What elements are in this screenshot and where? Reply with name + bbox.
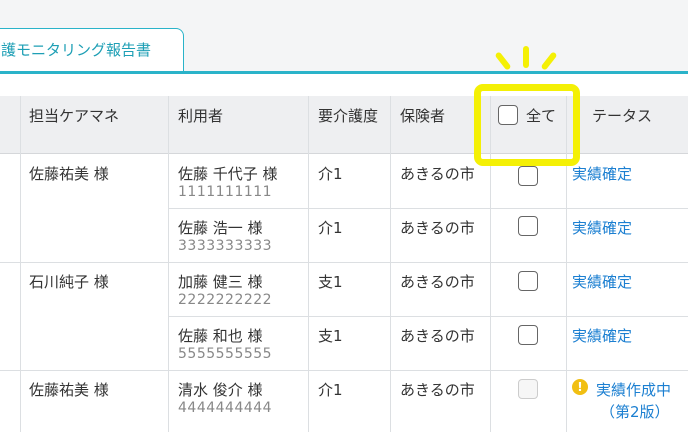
cell-user: 清水 俊介 様 — [178, 381, 263, 399]
header-manager: 担当ケアマネ — [29, 107, 120, 125]
cell-user-id: 5555555555 — [178, 346, 273, 362]
cell-manager: 石川純子 様 — [29, 273, 109, 291]
cell-care-level: 介1 — [318, 219, 343, 237]
cell-care-level: 支1 — [318, 273, 343, 291]
status-version[interactable]: （第2版） — [600, 401, 670, 422]
status-link[interactable]: 実績確定 — [572, 325, 632, 346]
header-insurer: 保険者 — [400, 107, 446, 125]
cell-manager: 佐藤祐美 様 — [29, 381, 109, 399]
header-user: 利用者 — [178, 107, 224, 125]
status-link[interactable]: 実績確定 — [572, 271, 632, 292]
cell-care-level: 支1 — [318, 327, 343, 345]
cell-insurer: あきるの市 — [400, 219, 475, 237]
tab-underline — [0, 71, 688, 74]
highlight-ray — [523, 46, 529, 68]
status-link[interactable]: 実績作成中 — [596, 379, 671, 400]
cell-user-id: 1111111111 — [178, 184, 273, 200]
header-care-level: 要介護度 — [318, 107, 379, 125]
cell-user-id: 3333333333 — [178, 238, 273, 254]
row-checkbox[interactable] — [518, 166, 538, 186]
cell-user-id: 2222222222 — [178, 292, 273, 308]
status-link[interactable]: 実績確定 — [572, 163, 632, 184]
cell-user-id: 4444444444 — [178, 400, 273, 416]
grid-line — [308, 96, 309, 432]
tab-label: 護モニタリング報告書 — [1, 41, 152, 59]
grid-line — [168, 96, 169, 432]
cell-insurer: あきるの市 — [400, 273, 475, 291]
cell-user: 佐藤 浩一 様 — [178, 219, 263, 237]
row-divider — [168, 208, 688, 209]
status-link[interactable]: 実績確定 — [572, 217, 632, 238]
row-checkbox[interactable] — [518, 325, 538, 345]
cell-user: 佐藤 和也 様 — [178, 327, 263, 345]
cell-user: 佐藤 千代子 様 — [178, 165, 278, 183]
grid-line — [20, 96, 21, 432]
tab-monitoring-report[interactable]: 護モニタリング報告書 — [0, 28, 184, 72]
cell-insurer: あきるの市 — [400, 165, 475, 183]
row-divider — [168, 316, 688, 317]
highlight-box — [474, 84, 580, 166]
cell-insurer: あきるの市 — [400, 327, 475, 345]
cell-manager: 佐藤祐美 様 — [29, 165, 109, 183]
cell-insurer: あきるの市 — [400, 381, 475, 399]
cell-care-level: 介1 — [318, 381, 343, 399]
row-checkbox[interactable] — [518, 271, 538, 291]
header-status: テータス — [592, 107, 653, 125]
row-checkbox-disabled — [518, 379, 538, 399]
row-divider — [0, 370, 688, 371]
cell-care-level: 介1 — [318, 165, 343, 183]
cell-user: 加藤 健三 様 — [178, 273, 263, 291]
row-divider — [0, 262, 688, 263]
row-checkbox[interactable] — [518, 216, 538, 236]
exclamation-icon: ! — [572, 379, 588, 395]
grid-line — [390, 96, 391, 432]
